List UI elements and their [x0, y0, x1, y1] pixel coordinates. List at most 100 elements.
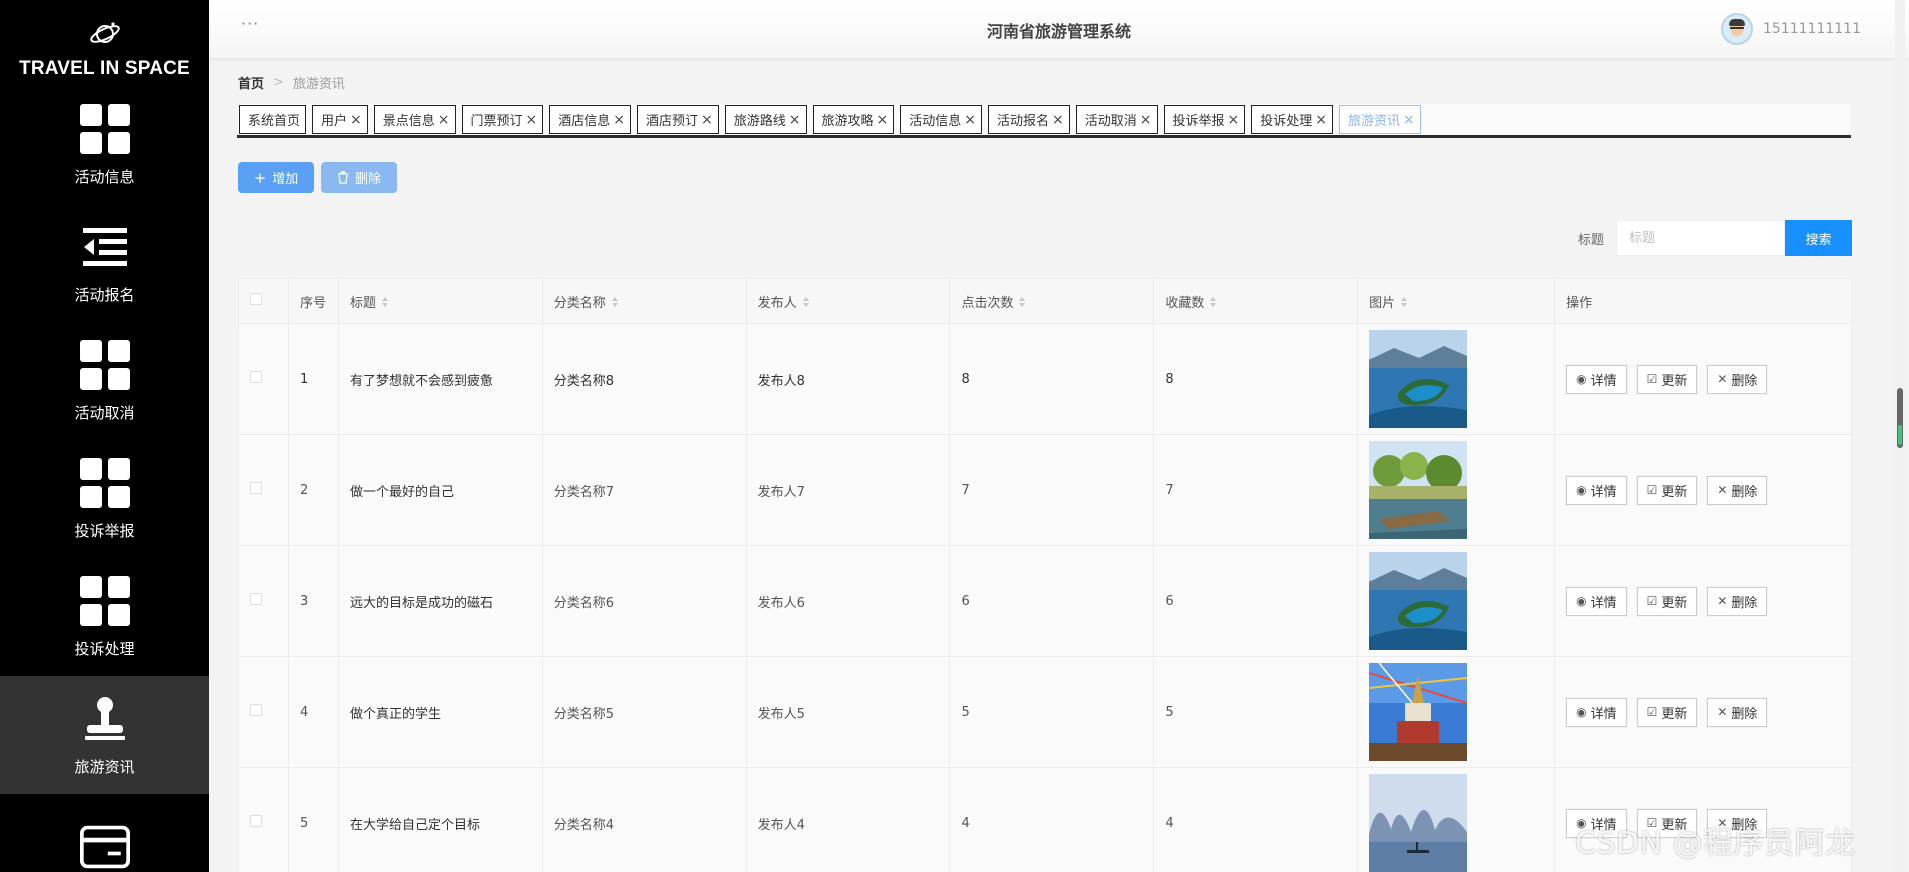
- grid-icon: [79, 575, 130, 626]
- thumbnail-image[interactable]: [1369, 441, 1468, 539]
- close-icon[interactable]: ×: [1403, 112, 1415, 128]
- sidebar-item-label: 投诉处理: [74, 639, 135, 658]
- column-header-publisher[interactable]: 发布人: [745, 278, 951, 324]
- detail-button[interactable]: ◉ 详情: [1566, 586, 1627, 616]
- search-input[interactable]: [1616, 220, 1785, 256]
- cell-category: 分类名称6: [541, 545, 747, 657]
- user-menu[interactable]: 15111111111: [1721, 13, 1861, 45]
- cell-title: 有了梦想就不会感到疲惫: [337, 323, 543, 435]
- add-button[interactable]: + 增加: [238, 162, 314, 193]
- tab-travel-news[interactable]: 旅游资讯 ×: [1339, 105, 1421, 134]
- select-all-checkbox[interactable]: [250, 293, 262, 305]
- column-header-category[interactable]: 分类名称: [541, 278, 747, 324]
- row-checkbox[interactable]: [250, 704, 262, 716]
- tab-hotel-info[interactable]: 酒店信息 ×: [549, 105, 632, 134]
- sidebar-item-activity-info[interactable]: 活动信息: [0, 86, 209, 204]
- close-icon[interactable]: ×: [1140, 112, 1152, 128]
- tab-label: 旅游资讯: [1348, 114, 1401, 129]
- sidebar-item-complaint-report[interactable]: 投诉举报: [0, 440, 209, 558]
- thumbnail-image[interactable]: [1369, 330, 1468, 428]
- delete-button[interactable]: ✕ 删除: [1707, 475, 1768, 505]
- tab-activity-info[interactable]: 活动信息 ×: [900, 105, 983, 134]
- delete-button[interactable]: ✕ 删除: [1707, 697, 1768, 727]
- update-label: 更新: [1661, 373, 1688, 389]
- detail-button[interactable]: ◉ 详情: [1566, 364, 1627, 394]
- search-button[interactable]: 搜索: [1785, 220, 1852, 256]
- close-icon[interactable]: ×: [1228, 112, 1240, 128]
- delete-button[interactable]: ✕ 删除: [1707, 586, 1768, 616]
- close-icon[interactable]: ×: [701, 112, 713, 128]
- tab-complaint-report[interactable]: 投诉举报 ×: [1163, 105, 1246, 134]
- close-icon[interactable]: ×: [789, 112, 801, 128]
- sidebar-item-complaint-handle[interactable]: 投诉处理: [0, 558, 209, 676]
- eye-icon: ◉: [1576, 372, 1587, 386]
- tab-ticket-booking[interactable]: 门票预订 ×: [461, 105, 544, 134]
- update-button[interactable]: ☑ 更新: [1636, 586, 1698, 616]
- column-header-favorites[interactable]: 收藏数: [1153, 278, 1359, 324]
- update-button[interactable]: ☑ 更新: [1636, 475, 1698, 505]
- tab-hotel-booking[interactable]: 酒店预订 ×: [637, 105, 719, 134]
- row-checkbox[interactable]: [250, 482, 262, 494]
- avatar[interactable]: [1721, 13, 1754, 45]
- tab-label: 活动报名: [997, 114, 1050, 129]
- close-icon[interactable]: ×: [1315, 112, 1327, 128]
- column-header-title[interactable]: 标题: [337, 278, 543, 324]
- tab-travel-route[interactable]: 旅游路线 ×: [724, 105, 807, 134]
- tab-activity-signup[interactable]: 活动报名 ×: [988, 105, 1070, 134]
- update-button[interactable]: ☑ 更新: [1636, 697, 1698, 727]
- cell-favorites: 7: [1153, 434, 1359, 546]
- close-icon[interactable]: ×: [964, 112, 976, 128]
- thumbnail-image[interactable]: [1369, 774, 1468, 872]
- page-scrollbar[interactable]: [1895, 0, 1905, 872]
- cell-publisher: 发布人6: [745, 545, 951, 657]
- tab-label: 投诉举报: [1172, 114, 1225, 129]
- row-checkbox[interactable]: [250, 815, 262, 827]
- detail-button[interactable]: ◉ 详情: [1566, 697, 1627, 727]
- sidebar-item-activity-cancel[interactable]: 活动取消: [0, 322, 209, 440]
- thumbnail-image[interactable]: [1369, 552, 1468, 650]
- tab-complaint-handle[interactable]: 投诉处理 ×: [1251, 105, 1334, 134]
- sort-icon[interactable]: [802, 297, 810, 309]
- close-icon[interactable]: ×: [438, 112, 450, 128]
- tab-scenic-info[interactable]: 景点信息 ×: [373, 105, 456, 134]
- cell-actions: ◉ 详情 ☑ 更新 ✕ 删除: [1554, 545, 1852, 657]
- news-table: 序号 标题 分类名称 发布人 点击次数 收藏数 图片 操作 1 有了梦想就不会感到…: [238, 278, 1852, 872]
- detail-button[interactable]: ◉ 详情: [1566, 475, 1627, 505]
- detail-label: 详情: [1590, 706, 1617, 722]
- column-header-clicks[interactable]: 点击次数: [949, 278, 1155, 324]
- tab-users[interactable]: 用户 ×: [312, 105, 368, 134]
- sort-icon[interactable]: [1019, 297, 1026, 309]
- close-icon[interactable]: ×: [613, 112, 625, 128]
- cell-clicks: 7: [949, 434, 1155, 546]
- row-checkbox[interactable]: [250, 371, 262, 383]
- add-button-label: 增加: [272, 172, 299, 187]
- sidebar-menu: 活动信息 活动报名 活动取消 投诉举报 投诉处理 旅游资讯: [0, 86, 209, 872]
- close-icon[interactable]: ×: [350, 112, 362, 128]
- thumbnail-image[interactable]: [1369, 663, 1468, 761]
- sidebar-item-more[interactable]: [0, 794, 209, 872]
- plus-icon: +: [253, 168, 267, 187]
- tab-travel-guide[interactable]: 旅游攻略 ×: [812, 105, 895, 134]
- close-icon[interactable]: ×: [877, 112, 889, 128]
- close-icon[interactable]: ×: [1052, 112, 1064, 128]
- sort-icon[interactable]: [611, 297, 619, 309]
- update-button[interactable]: ☑ 更新: [1636, 364, 1698, 394]
- sidebar: TRAVEL IN SPACE 活动信息 活动报名 活动取消 投诉举报 投诉处理…: [0, 0, 209, 872]
- row-checkbox[interactable]: [250, 593, 262, 605]
- sidebar-item-travel-news[interactable]: 旅游资讯: [0, 676, 209, 794]
- batch-delete-button[interactable]: 删除: [321, 162, 397, 193]
- column-label: 点击次数: [961, 295, 1014, 311]
- tab-system-home[interactable]: 系统首页: [239, 105, 307, 134]
- sidebar-item-activity-signup[interactable]: 活动报名: [0, 204, 209, 322]
- tab-activity-cancel[interactable]: 活动取消 ×: [1075, 105, 1158, 134]
- close-icon[interactable]: ×: [526, 112, 538, 128]
- sort-icon[interactable]: [1401, 297, 1408, 309]
- column-header-image[interactable]: 图片: [1357, 278, 1556, 324]
- eye-icon: ◉: [1576, 705, 1587, 719]
- sort-icon[interactable]: [1210, 297, 1217, 309]
- grid-icon: [79, 339, 130, 390]
- breadcrumb-home[interactable]: 首页: [238, 73, 264, 92]
- sort-icon[interactable]: [381, 297, 389, 309]
- sidebar-item-label: 活动信息: [74, 167, 135, 186]
- delete-button[interactable]: ✕ 删除: [1707, 364, 1768, 394]
